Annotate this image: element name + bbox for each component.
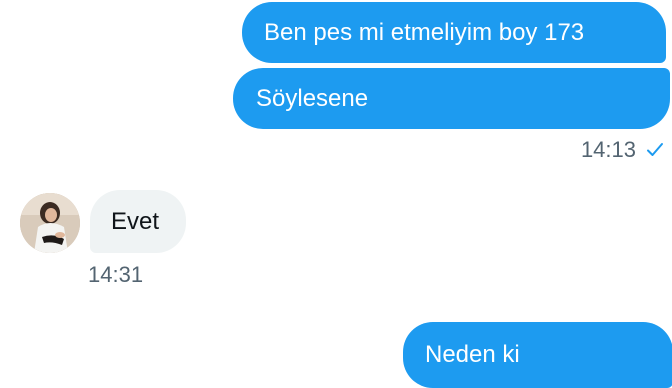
avatar[interactable] [20, 193, 80, 253]
message-text: Ben pes mi etmeliyim boy 173 [264, 18, 585, 46]
message-timestamp-sent: 14:13 [581, 137, 664, 163]
message-text: Evet [111, 207, 160, 235]
timestamp-text: 14:13 [580, 137, 636, 162]
message-text: Neden ki [425, 341, 520, 368]
message-text: Söylesene [256, 84, 369, 112]
outgoing-message-bubble[interactable]: Ben pes mi etmeliyim boy 173 [242, 2, 666, 63]
check-icon [646, 141, 664, 159]
incoming-message-bubble[interactable]: Evet [90, 190, 186, 253]
message-timestamp-received: 14:31 [88, 262, 143, 288]
timestamp-text: 14:31 [88, 262, 144, 287]
outgoing-message-bubble[interactable]: Söylesene [233, 68, 670, 129]
outgoing-message-bubble[interactable]: Neden ki [403, 322, 672, 388]
message-thread: Ben pes mi etmeliyim boy 173 Söylesene 1… [0, 0, 672, 388]
